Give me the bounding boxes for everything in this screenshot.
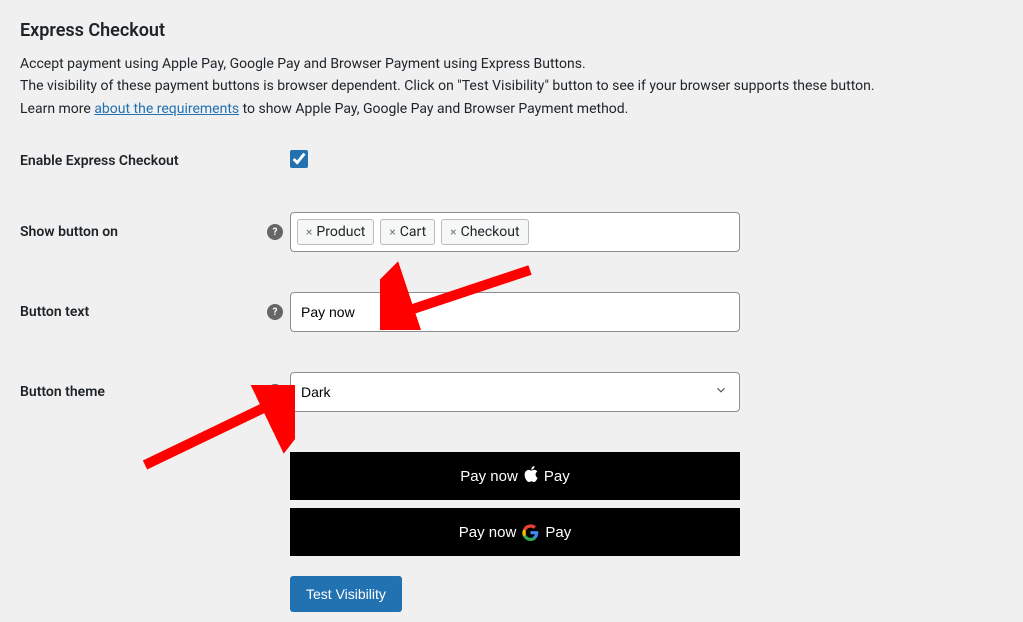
preview-buttons: Pay now Pay Pay now Pay Test Visibility — [290, 452, 1003, 612]
help-icon[interactable]: ? — [267, 304, 283, 320]
gpay-paynow-text: Pay now — [459, 524, 517, 541]
enable-label: Enable Express Checkout — [20, 153, 260, 169]
intro-line-1: Accept payment using Apple Pay, Google P… — [20, 53, 1003, 75]
intro-line-3: Learn more about the requirements to sho… — [20, 98, 1003, 120]
gpay-text: Pay — [545, 524, 571, 541]
apple-pay-preview-button[interactable]: Pay now Pay — [290, 452, 740, 500]
google-logo-icon — [522, 524, 539, 541]
show-button-row: Show button on ? × Product × Cart × Checkou… — [20, 212, 1003, 252]
tag-cart-label: Cart — [400, 224, 426, 240]
tag-remove-icon[interactable]: × — [450, 225, 456, 239]
button-text-row: Button text ? — [20, 292, 1003, 332]
intro-line-3-after: to show Apple Pay, Google Pay and Browse… — [239, 101, 628, 117]
tag-remove-icon[interactable]: × — [306, 225, 312, 239]
help-icon[interactable]: ? — [267, 224, 283, 240]
tag-remove-icon[interactable]: × — [389, 225, 395, 239]
intro-line-3-before: Learn more — [20, 101, 94, 117]
button-text-input[interactable] — [290, 292, 740, 332]
tag-checkout[interactable]: × Checkout — [441, 219, 528, 245]
tag-product-label: Product — [316, 224, 365, 240]
test-visibility-button[interactable]: Test Visibility — [290, 576, 402, 612]
button-text-label: Button text — [20, 304, 260, 320]
tag-checkout-label: Checkout — [461, 224, 520, 240]
tag-product[interactable]: × Product — [297, 219, 374, 245]
button-theme-label: Button theme — [20, 384, 260, 400]
apple-logo-icon — [524, 466, 538, 486]
help-icon[interactable]: ? — [267, 384, 283, 400]
intro-text: Accept payment using Apple Pay, Google P… — [20, 53, 1003, 120]
about-requirements-link[interactable]: about the requirements — [94, 101, 239, 117]
section-title: Express Checkout — [20, 20, 1003, 41]
apple-pay-text: Pay — [544, 468, 570, 485]
enable-checkbox[interactable] — [290, 150, 308, 168]
google-pay-preview-button[interactable]: Pay now Pay — [290, 508, 740, 556]
show-button-label: Show button on — [20, 224, 260, 240]
enable-row: Enable Express Checkout — [20, 150, 1003, 172]
tag-container[interactable]: × Product × Cart × Checkout — [290, 212, 740, 252]
tag-cart[interactable]: × Cart — [380, 219, 435, 245]
apple-pay-paynow-text: Pay now — [460, 468, 518, 485]
button-theme-row: Button theme ? Dark — [20, 372, 1003, 412]
button-theme-select[interactable]: Dark — [290, 372, 740, 412]
intro-line-2: The visibility of these payment buttons … — [20, 75, 1003, 97]
